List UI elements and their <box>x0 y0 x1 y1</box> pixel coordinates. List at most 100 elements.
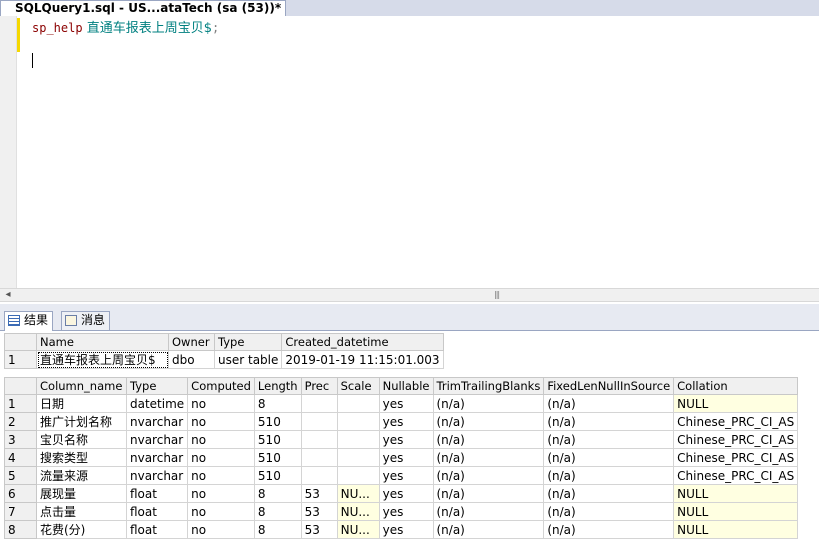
table-row[interactable]: 5 流量来源 nvarchar no 510 yes (n/a) (n/a) C… <box>4 466 799 485</box>
grid-cell[interactable]: 510 <box>253 430 302 449</box>
grid-cell[interactable]: (n/a) <box>432 484 545 503</box>
grid-cell[interactable] <box>336 466 380 485</box>
grid-cell[interactable]: nvarchar <box>125 448 189 467</box>
row-number[interactable]: 2 <box>4 412 37 431</box>
grid-cell[interactable]: float <box>125 484 189 503</box>
grid-cell[interactable]: 展现量 <box>36 484 127 503</box>
row-number[interactable]: 6 <box>4 484 37 503</box>
grid-cell[interactable]: (n/a) <box>543 394 675 413</box>
grid-cell[interactable]: NULL <box>673 394 799 413</box>
grid-cell[interactable] <box>336 394 380 413</box>
grid-cell[interactable]: 53 <box>300 502 338 521</box>
grid-cell[interactable]: no <box>187 502 255 521</box>
column-header[interactable]: Scale <box>336 377 380 395</box>
tab-results[interactable]: 结果 <box>4 311 54 331</box>
column-header[interactable]: Prec <box>300 377 338 395</box>
grid-cell[interactable]: 直通车报表上周宝贝$ <box>36 350 169 369</box>
grid-cell[interactable]: no <box>187 430 255 449</box>
column-header[interactable]: Column_name <box>36 377 127 395</box>
grid-cell[interactable]: no <box>187 412 255 431</box>
column-header[interactable]: FixedLenNullInSource <box>543 377 675 395</box>
code-line-1[interactable]: sp_help 直通车报表上周宝贝$; <box>32 20 219 36</box>
table-row[interactable]: 4 搜索类型 nvarchar no 510 yes (n/a) (n/a) C… <box>4 448 799 467</box>
column-header[interactable]: Owner <box>168 333 215 351</box>
editor-horizontal-scrollbar[interactable]: ◂ ||| <box>0 288 819 302</box>
grid-cell[interactable]: 推广计划名称 <box>36 412 127 431</box>
grid-cell[interactable]: Chinese_PRC_CI_AS <box>673 430 799 449</box>
column-header[interactable]: Name <box>36 333 169 351</box>
grid-cell[interactable] <box>300 430 338 449</box>
grid-cell[interactable] <box>300 412 338 431</box>
grid-cell[interactable]: 53 <box>300 484 338 503</box>
scroll-thumb-grip-icon[interactable]: ||| <box>494 291 506 299</box>
grid-cell[interactable]: no <box>187 394 255 413</box>
tab-messages[interactable]: 消息 <box>61 311 111 330</box>
grid-cell[interactable] <box>336 412 380 431</box>
grid-cell[interactable]: NU... <box>336 502 380 521</box>
row-number[interactable]: 5 <box>4 466 37 485</box>
result-grid-object[interactable]: Name Owner Type Created_datetime 1 直通车报表… <box>4 333 444 369</box>
grid-cell[interactable]: yes <box>378 484 434 503</box>
column-header[interactable]: Created_datetime <box>281 333 444 351</box>
grid-cell[interactable]: yes <box>378 430 434 449</box>
grid-cell[interactable]: (n/a) <box>543 520 675 539</box>
grid-cell[interactable]: 510 <box>253 448 302 467</box>
grid-cell[interactable]: (n/a) <box>432 448 545 467</box>
grid-cell[interactable]: (n/a) <box>543 502 675 521</box>
grid-cell[interactable]: yes <box>378 520 434 539</box>
grid-cell[interactable]: float <box>125 520 189 539</box>
column-header[interactable]: Type <box>125 377 189 395</box>
grid-cell[interactable]: 8 <box>253 520 302 539</box>
grid-cell[interactable]: nvarchar <box>125 412 189 431</box>
grid-cell[interactable]: (n/a) <box>432 520 545 539</box>
column-header[interactable]: Length <box>253 377 302 395</box>
row-number[interactable]: 8 <box>4 520 37 539</box>
grid-cell[interactable] <box>300 448 338 467</box>
column-header[interactable]: Type <box>213 333 283 351</box>
grid-cell[interactable]: NULL <box>673 520 799 539</box>
grid-cell[interactable]: no <box>187 448 255 467</box>
grid-cell[interactable]: 花费(分) <box>36 520 127 539</box>
column-header[interactable]: TrimTrailingBlanks <box>432 377 545 395</box>
table-row[interactable]: 8 花费(分) float no 8 53 NU... yes (n/a) (n… <box>4 520 799 539</box>
grid-cell[interactable]: NU... <box>336 484 380 503</box>
query-editor[interactable]: sp_help 直通车报表上周宝贝$; <box>0 16 819 288</box>
column-header[interactable]: Collation <box>673 377 799 395</box>
grid-cell[interactable]: (n/a) <box>543 412 675 431</box>
column-header[interactable]: Nullable <box>378 377 434 395</box>
grid-cell[interactable]: yes <box>378 412 434 431</box>
grid-cell[interactable]: NULL <box>673 502 799 521</box>
grid-cell[interactable]: 日期 <box>36 394 127 413</box>
table-row[interactable]: 2 推广计划名称 nvarchar no 510 yes (n/a) (n/a)… <box>4 412 799 431</box>
grid-cell[interactable]: 搜索类型 <box>36 448 127 467</box>
grid-cell[interactable] <box>336 430 380 449</box>
grid-cell[interactable]: 510 <box>253 466 302 485</box>
grid-cell[interactable]: 宝贝名称 <box>36 430 127 449</box>
grid-cell[interactable]: yes <box>378 466 434 485</box>
grid-cell[interactable]: no <box>187 520 255 539</box>
grid-cell[interactable]: yes <box>378 502 434 521</box>
row-number[interactable]: 1 <box>4 350 37 369</box>
grid-cell[interactable]: 流量来源 <box>36 466 127 485</box>
row-number[interactable]: 7 <box>4 502 37 521</box>
grid-cell[interactable]: 点击量 <box>36 502 127 521</box>
grid-cell[interactable]: nvarchar <box>125 430 189 449</box>
grid-cell[interactable]: nvarchar <box>125 466 189 485</box>
grid-cell[interactable]: 8 <box>253 394 302 413</box>
grid-cell[interactable]: user table <box>213 350 283 369</box>
grid-cell[interactable]: 53 <box>300 520 338 539</box>
table-row[interactable]: 7 点击量 float no 8 53 NU... yes (n/a) (n/a… <box>4 502 799 521</box>
result-grid-columns[interactable]: Column_name Type Computed Length Prec Sc… <box>4 377 799 539</box>
row-number[interactable]: 1 <box>4 394 37 413</box>
table-row[interactable]: 1 直通车报表上周宝贝$ dbo user table 2019-01-19 1… <box>4 350 444 369</box>
grid-cell[interactable]: (n/a) <box>543 430 675 449</box>
grid-cell[interactable]: float <box>125 502 189 521</box>
grid-cell[interactable]: (n/a) <box>432 502 545 521</box>
grid-cell[interactable]: NULL <box>673 484 799 503</box>
grid-cell[interactable]: no <box>187 484 255 503</box>
column-header[interactable]: Computed <box>187 377 255 395</box>
table-row[interactable]: 3 宝贝名称 nvarchar no 510 yes (n/a) (n/a) C… <box>4 430 799 449</box>
grid-cell[interactable]: datetime <box>125 394 189 413</box>
grid-cell[interactable]: (n/a) <box>543 466 675 485</box>
grid-cell[interactable]: dbo <box>168 350 215 369</box>
